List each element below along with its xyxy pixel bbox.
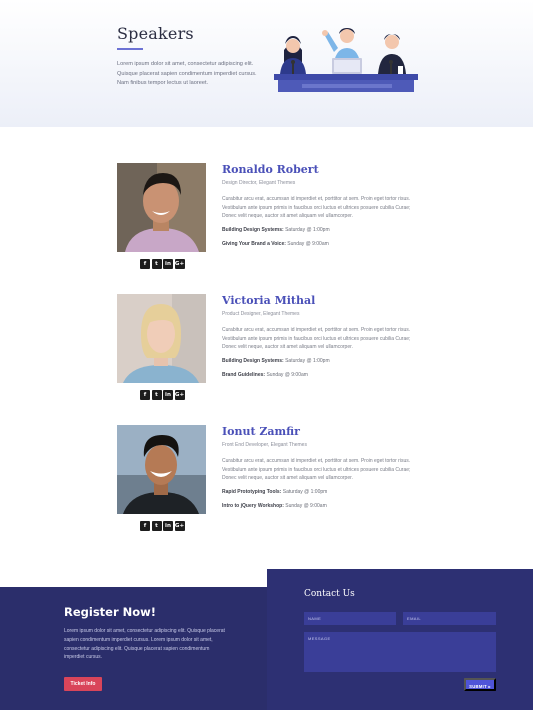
hero-section: Speakers Lorem ipsum dolor sit amet, con…	[0, 0, 533, 127]
session-time: Sunday @ 9:00am	[285, 503, 327, 509]
speakers-panel-illustration	[274, 28, 418, 92]
speaker-photo	[117, 163, 206, 252]
register-text: Lorem ipsum dolor sit amet, consectetur …	[64, 628, 225, 661]
speaker-photo	[117, 294, 206, 383]
linkedin-icon[interactable]: in	[163, 521, 173, 531]
speaker-name: Ronaldo Robert	[222, 163, 319, 176]
twitter-icon[interactable]: t	[151, 390, 162, 400]
session-title: Rapid Prototyping Tools:	[222, 489, 282, 495]
message-field[interactable]: MESSAGE	[304, 632, 496, 672]
twitter-icon[interactable]: t	[151, 259, 162, 269]
register-title: Register Now!	[64, 605, 157, 619]
speaker-card: f t in G+ Victoria Mithal Product Design…	[117, 294, 417, 414]
twitter-icon[interactable]: t	[151, 521, 162, 531]
social-links: f t in G+	[140, 390, 185, 400]
session-time: Sunday @ 9:00am	[266, 372, 308, 378]
linkedin-icon[interactable]: in	[163, 259, 173, 269]
session-title: Building Design Systems:	[222, 358, 284, 364]
facebook-icon[interactable]: f	[140, 521, 150, 531]
speaker-name: Ionut Zamfir	[222, 425, 300, 438]
session-title: Brand Guidelines:	[222, 372, 266, 378]
submit-button[interactable]: SUBMIT ▸	[464, 678, 496, 691]
social-links: f t in G+	[140, 259, 185, 269]
speaker-bio: Curabitur arcu erat, accumsan id imperdi…	[222, 458, 411, 482]
speaker-session: Building Design Systems: Saturday @ 1:00…	[222, 227, 330, 233]
title-underline	[117, 48, 143, 50]
social-links: f t in G+	[140, 521, 185, 531]
hero-intro-text: Lorem ipsum dolor sit amet, consectetur …	[117, 61, 257, 87]
session-time: Saturday @ 1:00pm	[282, 489, 328, 495]
session-time: Sunday @ 9:00am	[287, 241, 329, 247]
speaker-session: Brand Guidelines: Sunday @ 9:00am	[222, 372, 308, 378]
name-field[interactable]: NAME	[304, 612, 396, 625]
speaker-role: Front End Developer, Elegant Themes	[222, 442, 307, 448]
page-title: Speakers	[117, 24, 194, 43]
ticket-info-button[interactable]: Ticket Info	[64, 677, 102, 691]
email-field[interactable]: EMAIL	[403, 612, 496, 625]
session-title: Building Design Systems:	[222, 227, 284, 233]
facebook-icon[interactable]: f	[140, 259, 150, 269]
speaker-bio: Curabitur arcu erat, accumsan id imperdi…	[222, 196, 411, 220]
linkedin-icon[interactable]: in	[163, 390, 173, 400]
facebook-icon[interactable]: f	[140, 390, 150, 400]
google-plus-icon[interactable]: G+	[174, 390, 185, 400]
speaker-photo	[117, 425, 206, 514]
session-time: Saturday @ 1:00pm	[285, 358, 330, 364]
speaker-session: Rapid Prototyping Tools: Saturday @ 1:00…	[222, 489, 327, 495]
session-title: Giving Your Brand a Voice:	[222, 241, 286, 247]
session-title: Intro to jQuery Workshop:	[222, 503, 284, 509]
session-time: Saturday @ 1:00pm	[285, 227, 330, 233]
speaker-role: Product Designer, Elegant Themes	[222, 311, 300, 317]
speaker-session: Giving Your Brand a Voice: Sunday @ 9:00…	[222, 241, 329, 247]
speaker-session: Building Design Systems: Saturday @ 1:00…	[222, 358, 330, 364]
speaker-role: Design Director, Elegant Themes	[222, 180, 296, 186]
register-section: Register Now! Lorem ipsum dolor sit amet…	[0, 587, 267, 710]
contact-title: Contact Us	[304, 589, 355, 599]
contact-section: Contact Us NAME EMAIL MESSAGE SUBMIT ▸	[267, 569, 533, 710]
speaker-card: f t in G+ Ronaldo Robert Design Director…	[117, 163, 417, 283]
google-plus-icon[interactable]: G+	[174, 259, 185, 269]
speaker-session: Intro to jQuery Workshop: Sunday @ 9:00a…	[222, 503, 327, 509]
speaker-bio: Curabitur arcu erat, accumsan id imperdi…	[222, 327, 411, 351]
speaker-name: Victoria Mithal	[222, 294, 316, 307]
speaker-card: f t in G+ Ionut Zamfir Front End Develop…	[117, 425, 417, 545]
google-plus-icon[interactable]: G+	[174, 521, 185, 531]
